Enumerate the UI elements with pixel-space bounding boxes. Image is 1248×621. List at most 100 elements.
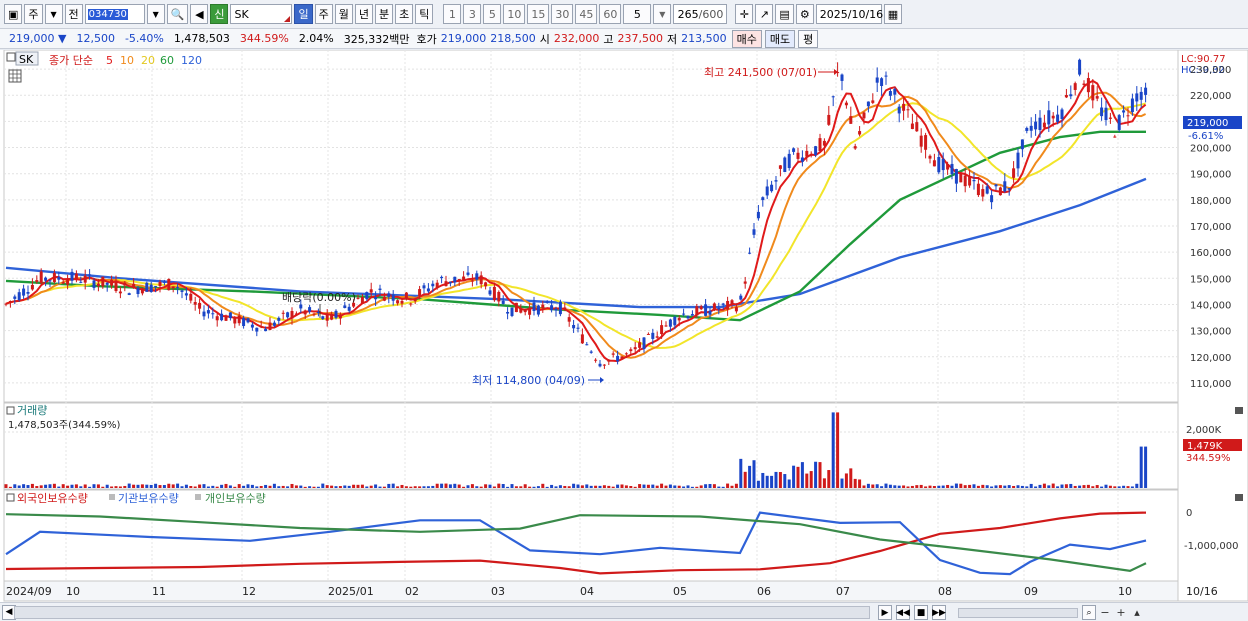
prev-button[interactable]: 전	[64, 4, 83, 24]
rewind-icon[interactable]: ◀◀	[896, 605, 910, 620]
sell-button[interactable]: 매도	[764, 29, 796, 48]
volume-bar	[180, 486, 184, 488]
volume-bar	[633, 486, 637, 488]
zoom-in-icon[interactable]: +	[1114, 606, 1128, 619]
volume-pane-close-icon[interactable]	[1235, 407, 1243, 414]
data-count-field[interactable]: 265/600	[673, 4, 728, 24]
candle-body	[506, 311, 510, 314]
candle-body	[413, 298, 417, 302]
high-annotation: 최고 241,500 (07/01)	[704, 66, 817, 79]
minute-30[interactable]: 30	[551, 4, 574, 24]
settings-icon[interactable]: ⚙	[795, 4, 814, 24]
candle-body	[906, 109, 910, 111]
candle-body	[492, 286, 496, 301]
volume-bar	[347, 485, 351, 488]
zoom-out-icon[interactable]: −	[1098, 606, 1112, 619]
price-tick: 130,000	[1190, 327, 1231, 338]
chart-window: ▣ 주 ▼ 전 034730 ▼ 🔍 ◀ 신 SK 일 주 월 년 분 초 틱 …	[0, 0, 1248, 621]
volume-bar	[981, 484, 985, 488]
volume-bar	[699, 485, 703, 488]
volume-bar	[237, 484, 241, 488]
interval-second[interactable]: 초	[395, 4, 414, 24]
fit-icon[interactable]: ▴	[1130, 606, 1144, 619]
forward-icon[interactable]: ▶▶	[932, 605, 946, 620]
speaker-icon[interactable]: ◀	[190, 4, 209, 24]
candle-body	[189, 293, 193, 301]
stock-chart[interactable]: SK 종가 단순 5 10 20 60 120 최고 241,500 (07/0…	[0, 49, 1248, 602]
interval-week[interactable]: 주	[314, 4, 333, 24]
candle-body	[347, 306, 351, 311]
interval-tick[interactable]: 틱	[415, 4, 434, 24]
ma-60-label: 60	[160, 54, 174, 67]
minute-10[interactable]: 10	[503, 4, 526, 24]
scroll-thumb[interactable]	[14, 606, 870, 619]
holding-pane-close-icon[interactable]	[1235, 494, 1243, 501]
minute-15[interactable]: 15	[527, 4, 550, 24]
volume-bar	[1122, 485, 1126, 488]
volume-bar	[57, 486, 61, 488]
candle-body	[932, 160, 936, 167]
interval-day[interactable]: 일	[294, 4, 313, 24]
volume-bar	[250, 484, 254, 488]
date-field[interactable]: 2025/10/16	[815, 4, 883, 24]
zoom-track[interactable]	[958, 607, 1078, 618]
volume-bar	[897, 485, 901, 488]
volume-bar	[1073, 485, 1077, 488]
candle-body	[114, 281, 118, 292]
search-icon[interactable]: 🔍	[166, 4, 189, 24]
volume-bar	[233, 486, 237, 488]
x-tick: 09	[1024, 585, 1038, 598]
scroll-right-icon[interactable]: ▶	[878, 605, 892, 620]
legend-sep-2	[195, 494, 201, 500]
stock-code-input[interactable]: 034730	[84, 4, 145, 24]
x-tick: 2025/01	[328, 585, 374, 598]
stock-name-field[interactable]: SK	[230, 4, 293, 24]
volume-bar	[998, 485, 1002, 488]
candle-body	[488, 290, 492, 295]
minute-5[interactable]: 5	[483, 4, 502, 24]
candle-body	[968, 176, 972, 186]
minute-3[interactable]: 3	[463, 4, 482, 24]
table-icon[interactable]	[8, 69, 22, 83]
crosshair-icon[interactable]: ✛	[735, 4, 754, 24]
price-tick: 180,000	[1190, 196, 1231, 207]
chart-area[interactable]: SK 종가 단순 5 10 20 60 120 최고 241,500 (07/0…	[0, 49, 1248, 602]
candle-body	[453, 276, 457, 283]
minute-1[interactable]: 1	[443, 4, 462, 24]
buy-button[interactable]: 매수	[731, 29, 762, 48]
average-button[interactable]: 평	[798, 29, 819, 48]
candle-body	[699, 306, 703, 310]
candle-body	[35, 280, 39, 282]
volume-bar	[1095, 485, 1099, 488]
custom-interval-field[interactable]: 5	[623, 4, 652, 24]
trade-amount: 325,332백만	[343, 32, 410, 46]
volume-bar	[853, 478, 857, 488]
interval-minute[interactable]: 분	[374, 4, 394, 24]
interval-year[interactable]: 년	[354, 4, 373, 24]
new-button[interactable]: 신	[210, 4, 229, 24]
volume-bar	[140, 484, 144, 488]
draw-tool-icon[interactable]: ↗	[755, 4, 774, 24]
dropdown-icon[interactable]: ▼	[44, 4, 63, 24]
volume-bar	[1020, 485, 1024, 488]
volume-bar	[572, 483, 576, 488]
volume-bar	[695, 486, 699, 488]
minute-45[interactable]: 45	[575, 4, 598, 24]
volume-bar	[1104, 484, 1108, 488]
candle-body	[928, 155, 932, 159]
custom-interval-dropdown-icon[interactable]: ▼	[653, 4, 672, 24]
volume-bar	[778, 472, 782, 488]
stop-icon[interactable]: ■	[914, 605, 928, 620]
period-tab[interactable]: 주	[24, 4, 43, 24]
candle-body	[440, 276, 444, 279]
code-dropdown-icon[interactable]: ▼	[146, 4, 165, 24]
save-icon[interactable]: ▤	[775, 4, 794, 24]
calendar-icon[interactable]: ▦	[883, 4, 903, 24]
interval-month[interactable]: 월	[334, 4, 353, 24]
chart-type-icon[interactable]: ▣	[4, 4, 23, 24]
zoom-search-icon[interactable]: ⌕	[1082, 605, 1096, 620]
x-tick: 05	[673, 585, 687, 598]
minute-60[interactable]: 60	[599, 4, 622, 24]
bottom-scrollbar[interactable]: ◀ ▶ ◀◀ ■ ▶▶ ⌕ − + ▴	[0, 602, 1248, 621]
candle-body	[299, 304, 303, 309]
